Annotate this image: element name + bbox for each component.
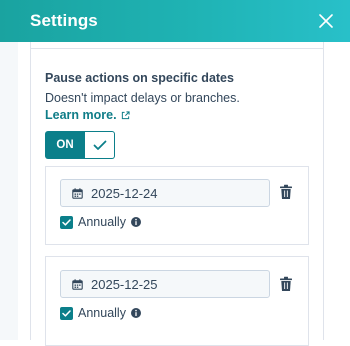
checkmark-icon bbox=[93, 140, 106, 150]
header-title: Settings bbox=[30, 11, 98, 30]
annually-label: Annually bbox=[78, 215, 126, 229]
close-icon bbox=[319, 14, 333, 28]
trash-icon[interactable] bbox=[279, 184, 293, 200]
calendar-icon bbox=[72, 187, 83, 199]
section-divider bbox=[30, 42, 324, 49]
settings-header: Settings bbox=[0, 0, 350, 42]
date-value: 2025-12-24 bbox=[91, 185, 158, 201]
trash-icon[interactable] bbox=[279, 276, 293, 292]
date-card: 2025-12-24 Annually bbox=[45, 166, 309, 245]
annually-checkbox[interactable] bbox=[60, 306, 73, 320]
date-value: 2025-12-25 bbox=[91, 276, 158, 292]
date-card: 2025-12-25 Annually bbox=[45, 256, 309, 346]
learn-more-label: Learn more. bbox=[45, 108, 117, 122]
learn-more-link[interactable]: Learn more. bbox=[45, 108, 130, 122]
external-link-icon bbox=[121, 110, 130, 119]
checkbox-check-icon bbox=[62, 309, 71, 317]
date-input[interactable]: 2025-12-25 bbox=[60, 270, 270, 298]
annually-row: Annually bbox=[60, 215, 141, 229]
close-button[interactable] bbox=[316, 11, 336, 31]
annually-label: Annually bbox=[78, 306, 126, 320]
annually-checkbox[interactable] bbox=[60, 215, 73, 229]
annually-row: Annually bbox=[60, 306, 141, 320]
date-input[interactable]: 2025-12-24 bbox=[60, 179, 270, 207]
pause-toggle[interactable]: ON bbox=[45, 131, 115, 159]
calendar-icon bbox=[72, 278, 83, 290]
toggle-check bbox=[85, 131, 115, 159]
checkbox-check-icon bbox=[62, 218, 71, 226]
info-icon[interactable] bbox=[130, 308, 141, 318]
toggle-on-label: ON bbox=[45, 131, 85, 159]
info-icon[interactable] bbox=[130, 217, 141, 227]
section-title: Pause actions on specific dates bbox=[45, 71, 234, 85]
section-description: Doesn't impact delays or branches. bbox=[45, 91, 240, 105]
background-edge bbox=[0, 42, 18, 340]
